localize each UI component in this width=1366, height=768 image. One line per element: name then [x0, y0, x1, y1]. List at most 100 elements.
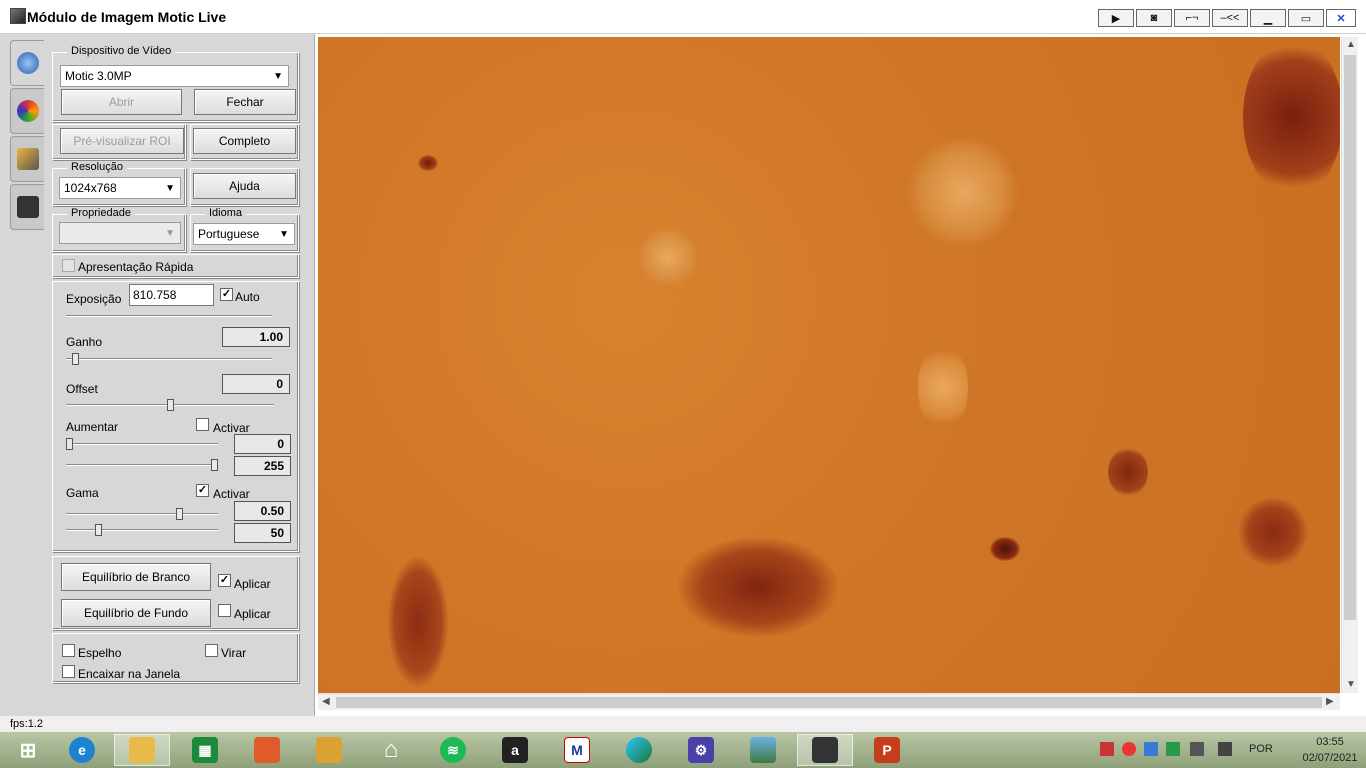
offset-slider-thumb[interactable]	[167, 399, 174, 411]
start-button[interactable]: ⊞	[0, 734, 56, 766]
specimen-cell	[1238, 497, 1308, 567]
gamma-slider-2[interactable]	[66, 524, 218, 536]
color-wheel-icon	[16, 100, 39, 122]
device-select[interactable]: Motic 3.0MP ▼	[60, 65, 289, 87]
tab-tools[interactable]	[10, 136, 44, 182]
close-device-button[interactable]: Fechar	[194, 89, 296, 115]
maximize-button[interactable]: ▭	[1288, 9, 1324, 27]
boost-activate-checkbox[interactable]	[196, 418, 209, 431]
preview-roi-button[interactable]: Pré-visualizar ROI	[60, 128, 184, 154]
rewind-icon: –<<	[1220, 12, 1240, 24]
language-legend: Idioma	[205, 207, 247, 219]
boost-low-slider-thumb[interactable]	[66, 438, 73, 450]
tab-camera[interactable]	[10, 184, 44, 230]
language-select[interactable]: Portuguese ▼	[193, 223, 295, 245]
boost-high-slider[interactable]	[66, 459, 218, 471]
taskbar-home[interactable]: ⌂	[363, 734, 419, 766]
chevron-down-icon: ▼	[165, 183, 175, 194]
mirror-checkbox[interactable]	[62, 644, 75, 657]
gamma-slider-2-thumb[interactable]	[95, 524, 102, 536]
open-button[interactable]: Abrir	[61, 89, 182, 115]
language-select-value: Portuguese	[198, 227, 260, 241]
offset-value: 0	[222, 374, 290, 394]
specimen-cell	[918, 342, 968, 432]
taskbar-powerpoint[interactable]: P	[859, 734, 915, 766]
background-balance-apply-checkbox[interactable]	[218, 604, 231, 617]
taskbar-internet-explorer[interactable]: e	[54, 734, 110, 766]
gain-slider-thumb[interactable]	[72, 353, 79, 365]
auto-exposure-checkbox[interactable]: ✓	[220, 288, 233, 301]
specimen-cell	[388, 557, 448, 687]
video-preview[interactable]	[318, 37, 1340, 693]
sync-icon[interactable]	[1144, 742, 1158, 756]
taskbar-motic-live[interactable]	[797, 734, 853, 766]
edge-icon	[626, 737, 652, 763]
tab-capture[interactable]	[10, 40, 44, 86]
horizontal-scroll-thumb[interactable]	[336, 697, 1322, 708]
close-button[interactable]: ✕	[1326, 9, 1356, 27]
taskbar-photos[interactable]	[239, 734, 295, 766]
offset-slider[interactable]	[66, 399, 274, 411]
scroll-right-icon[interactable]: ▶	[1326, 696, 1334, 707]
tab-color[interactable]	[10, 88, 44, 134]
vertical-scrollbar[interactable]: ▲ ▼	[1341, 37, 1358, 693]
specimen-cell	[418, 155, 438, 171]
fit-window-label: Encaixar na Janela	[78, 667, 181, 681]
taskbar-settings[interactable]: ⚙	[673, 734, 729, 766]
security-icon[interactable]	[1122, 742, 1136, 756]
gamma-value-1: 0.50	[234, 501, 291, 521]
fit-window-checkbox[interactable]	[62, 665, 75, 678]
network-error-icon[interactable]	[1100, 742, 1114, 756]
taskbar-store[interactable]: ▦	[177, 734, 233, 766]
quick-present-label: Apresentação Rápida	[78, 260, 194, 274]
folder-icon	[129, 737, 155, 763]
taskbar-image-viewer[interactable]	[735, 734, 791, 766]
rewind-button[interactable]: –<<	[1212, 9, 1248, 27]
taskbar-amazon[interactable]: a	[487, 734, 543, 766]
battery-icon[interactable]	[1190, 742, 1204, 756]
taskbar-edge[interactable]	[611, 734, 667, 766]
full-button[interactable]: Completo	[193, 128, 296, 154]
property-select[interactable]: ▼	[59, 222, 181, 244]
status-bar: fps:1.2	[0, 716, 1366, 732]
scroll-up-icon[interactable]: ▲	[1346, 39, 1356, 50]
white-balance-apply-checkbox[interactable]: ✓	[218, 574, 231, 587]
gain-slider[interactable]	[66, 353, 272, 365]
exposure-slider[interactable]	[66, 310, 272, 322]
input-language[interactable]: POR	[1249, 743, 1273, 755]
help-button[interactable]: Ajuda	[193, 173, 296, 199]
minimize-button[interactable]: ▁	[1250, 9, 1286, 27]
gain-value: 1.00	[222, 327, 290, 347]
specimen-cell	[678, 537, 838, 637]
play-button[interactable]: ▶	[1098, 9, 1134, 27]
taskbar-spotify[interactable]: ≋	[425, 734, 481, 766]
exposure-input[interactable]: 810.758	[129, 284, 214, 306]
specimen-region	[1243, 37, 1340, 197]
system-clock[interactable]: 03:55 02/07/2021	[1300, 734, 1360, 766]
collapse-button[interactable]: ⌐¬	[1174, 9, 1210, 27]
horizontal-scrollbar[interactable]: ◀ ▶	[318, 693, 1340, 710]
scroll-left-icon[interactable]: ◀	[322, 696, 330, 707]
gamma-activate-label: Activar	[213, 487, 250, 501]
boost-low-value: 0	[234, 434, 291, 454]
gamma-activate-checkbox[interactable]: ✓	[196, 484, 209, 497]
vertical-scroll-thumb[interactable]	[1344, 55, 1356, 620]
snapshot-button[interactable]: ◙	[1136, 9, 1172, 27]
gamma-slider-1[interactable]	[66, 508, 218, 520]
background-balance-button[interactable]: Equilíbrio de Fundo	[61, 599, 211, 627]
taskbar-motic[interactable]: M	[549, 734, 605, 766]
home-icon: ⌂	[383, 736, 399, 763]
volume-icon[interactable]	[1218, 742, 1232, 756]
taskbar-file-explorer[interactable]	[114, 734, 170, 766]
scroll-down-icon[interactable]: ▼	[1346, 679, 1356, 690]
app-icon	[10, 8, 26, 24]
boost-low-slider[interactable]	[66, 438, 218, 450]
taskbar-notes[interactable]	[301, 734, 357, 766]
quick-present-checkbox[interactable]	[62, 259, 75, 272]
usb-icon[interactable]	[1166, 742, 1180, 756]
flip-checkbox[interactable]	[205, 644, 218, 657]
white-balance-button[interactable]: Equilíbrio de Branco	[61, 563, 211, 591]
gamma-slider-1-thumb[interactable]	[176, 508, 183, 520]
boost-high-slider-thumb[interactable]	[211, 459, 218, 471]
resolution-select[interactable]: 1024x768 ▼	[59, 177, 181, 199]
